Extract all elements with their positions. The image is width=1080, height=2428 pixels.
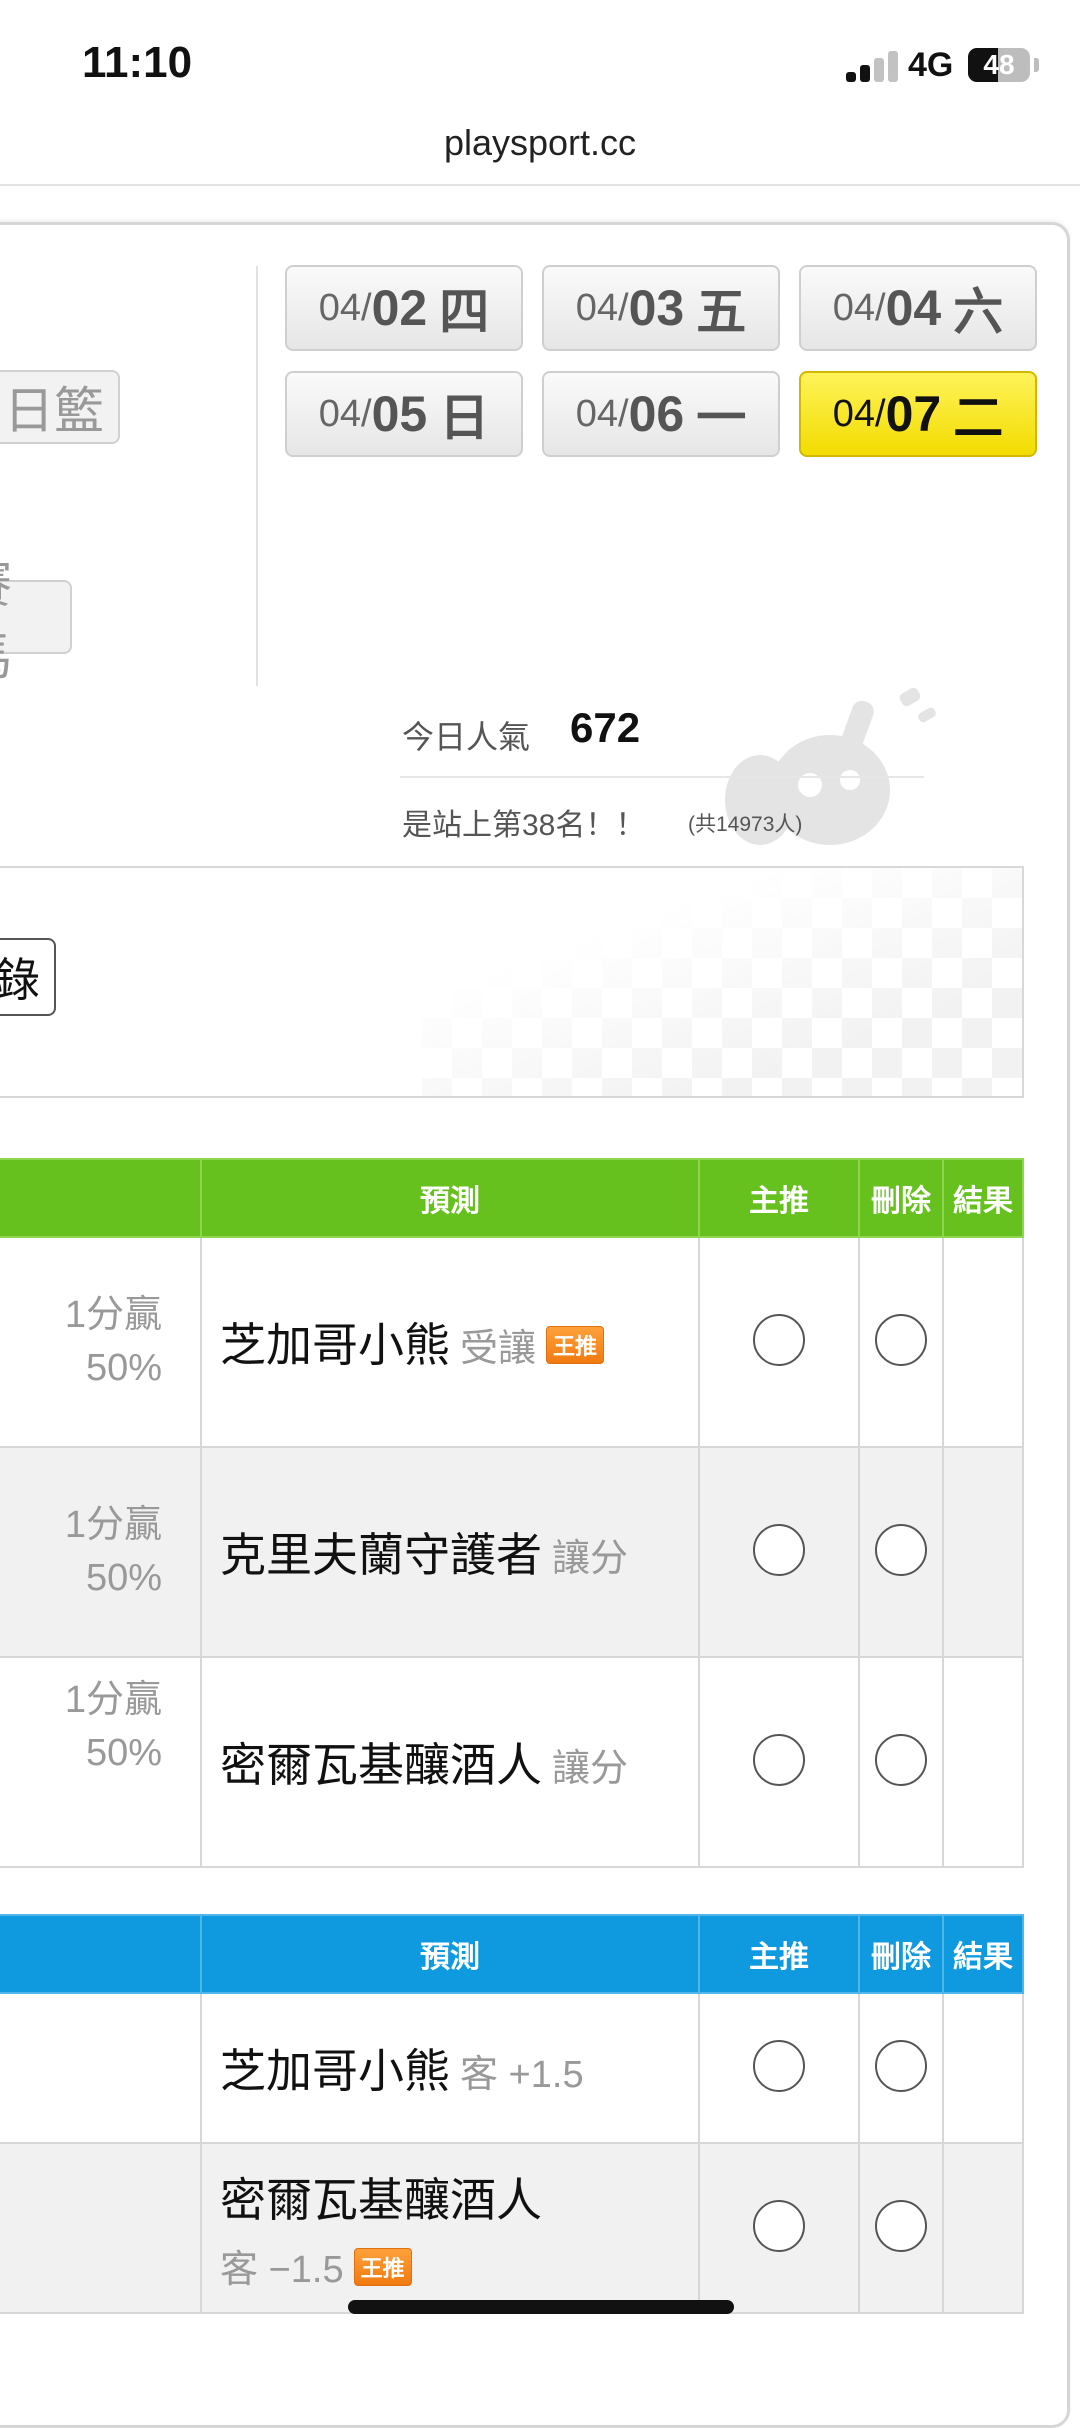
main-pick-cell: [698, 1656, 860, 1868]
delete-cell: [858, 1992, 944, 2144]
main-pick-badge: 王推: [546, 1325, 605, 1364]
battery-tip: [1034, 58, 1039, 72]
main-pick-cell: [698, 1236, 860, 1448]
vertical-divider: [256, 266, 258, 686]
delete-radio[interactable]: [875, 1523, 927, 1576]
header-predict: 預測: [200, 1914, 700, 1994]
main-pick-cell: [698, 2142, 860, 2314]
table-header: 預測 主推 刪除 結果: [0, 1914, 1024, 1994]
battery-icon: 48: [968, 48, 1030, 82]
delete-cell: [858, 1656, 944, 1868]
header-empty: [0, 1158, 202, 1238]
table-row: 密爾瓦基釀酒人 客 −1.5 王推: [0, 2142, 1024, 2314]
sidebar-button-racing[interactable]: 賽馬: [0, 557, 72, 685]
delete-radio[interactable]: [875, 2199, 927, 2252]
bet-side-line: 客 −1.5 王推: [220, 2238, 698, 2293]
table-header: 預測 主推 刪除 結果: [0, 1158, 1024, 1238]
prediction-table-blue: 預測 主推 刪除 結果 芝加哥小熊客 +1.5 密爾瓦基釀酒人 客 −1.5 王推: [0, 1914, 1024, 2314]
signal-icon: [846, 48, 898, 82]
delete-cell: [858, 2142, 944, 2314]
date-button-0405[interactable]: 04/05 日: [285, 371, 523, 457]
header-result: 結果: [942, 1914, 1024, 1994]
delete-cell: [858, 1236, 944, 1448]
battery-level: 48: [983, 49, 1015, 80]
main-pick-radio[interactable]: [753, 2199, 805, 2252]
banner-fade: [402, 868, 1022, 1096]
delete-radio[interactable]: [875, 2039, 927, 2092]
prediction-table-green: 預測 主推 刪除 結果 1分贏 50% 芝加哥小熊 受讓 王推 1分贏 50% 克里夫蘭…: [0, 1158, 1024, 1868]
record-button[interactable]: 錄: [0, 938, 56, 1016]
main-pick-radio[interactable]: [753, 2039, 805, 2092]
odds-cell: [0, 2142, 202, 2314]
main-pick-cell: [698, 1446, 860, 1658]
table-row: 1分贏 50% 克里夫蘭守護者 讓分: [0, 1446, 1024, 1658]
popularity-label: 今日人氣: [402, 719, 531, 755]
result-cell: [942, 1446, 1024, 1658]
bet-side: 受讓: [460, 1328, 537, 1370]
result-cell: [942, 1236, 1024, 1448]
popularity-divider: [400, 776, 924, 778]
odds-cell: 1分贏 50%: [0, 1656, 202, 1868]
sidebar-button-label: 賽馬: [0, 545, 56, 689]
prediction-cell: 密爾瓦基釀酒人 讓分: [200, 1656, 700, 1868]
date-button-0406[interactable]: 04/06 一: [542, 371, 780, 457]
rank-total: (共14973人): [688, 813, 803, 836]
team-name: 芝加哥小熊: [220, 1319, 450, 1371]
main-pick-cell: [698, 1992, 860, 2144]
table-row: 1分贏 50% 芝加哥小熊 受讓 王推: [0, 1236, 1024, 1448]
team-name: 密爾瓦基釀酒人: [220, 2173, 542, 2226]
result-cell: [942, 2142, 1024, 2314]
header-delete: 刪除: [858, 1914, 944, 1994]
prediction-cell: 克里夫蘭守護者 讓分: [200, 1446, 700, 1658]
odds-cell: 1分贏 50%: [0, 1446, 202, 1658]
delete-cell: [858, 1446, 944, 1658]
sidebar-button-basketball[interactable]: 日籃: [0, 370, 120, 444]
odds-cell: [0, 1992, 202, 2144]
team-name: 克里夫蘭守護者: [220, 1529, 542, 1581]
popularity-value: 672: [570, 704, 641, 751]
bet-side: 客 +1.5: [460, 2054, 584, 2096]
header-predict: 預測: [200, 1158, 700, 1238]
table-row: 1分贏 50% 密爾瓦基釀酒人 讓分: [0, 1656, 1024, 1868]
result-cell: [942, 1992, 1024, 2144]
date-button-0403[interactable]: 04/03 五: [542, 265, 780, 351]
bet-side: 讓分: [552, 1538, 629, 1580]
prediction-cell: 密爾瓦基釀酒人 客 −1.5 王推: [200, 2142, 700, 2314]
table-row: 芝加哥小熊客 +1.5: [0, 1992, 1024, 2144]
record-button-label: 錄: [0, 954, 40, 1006]
home-indicator: [348, 2300, 734, 2314]
date-button-0402[interactable]: 04/02 四: [285, 265, 523, 351]
main-pick-badge: 王推: [353, 2248, 412, 2287]
delete-radio[interactable]: [875, 1733, 927, 1786]
prediction-cell: 芝加哥小熊客 +1.5: [200, 1992, 700, 2144]
main-pick-radio[interactable]: [753, 1523, 805, 1576]
bet-side: 讓分: [552, 1748, 629, 1790]
sidebar-button-label: 日籃: [4, 383, 104, 439]
rank-text: 是站上第38名！！: [402, 809, 646, 842]
network-label: 4G: [908, 46, 954, 84]
main-pick-radio[interactable]: [753, 1313, 805, 1366]
header-delete: 刪除: [858, 1158, 944, 1238]
main-pick-radio[interactable]: [753, 1733, 805, 1786]
date-button-0407-active[interactable]: 04/07 二: [799, 371, 1037, 457]
header-main: 主推: [698, 1914, 860, 1994]
url-bar[interactable]: playsport.cc: [0, 122, 1080, 164]
odds-cell: 1分贏 50%: [0, 1236, 202, 1448]
bet-side: 客 −1.5: [220, 2248, 344, 2291]
header-result: 結果: [942, 1158, 1024, 1238]
team-name: 芝加哥小熊: [220, 2045, 450, 2097]
url-divider: [0, 184, 1080, 186]
team-name: 密爾瓦基釀酒人: [220, 1739, 542, 1791]
date-button-0404[interactable]: 04/04 六: [799, 265, 1037, 351]
banner-area: [0, 866, 1024, 1098]
status-time: 11:10: [82, 38, 193, 87]
header-main: 主推: [698, 1158, 860, 1238]
prediction-cell: 芝加哥小熊 受讓 王推: [200, 1236, 700, 1448]
delete-radio[interactable]: [875, 1313, 927, 1366]
header-empty: [0, 1914, 202, 1994]
result-cell: [942, 1656, 1024, 1868]
